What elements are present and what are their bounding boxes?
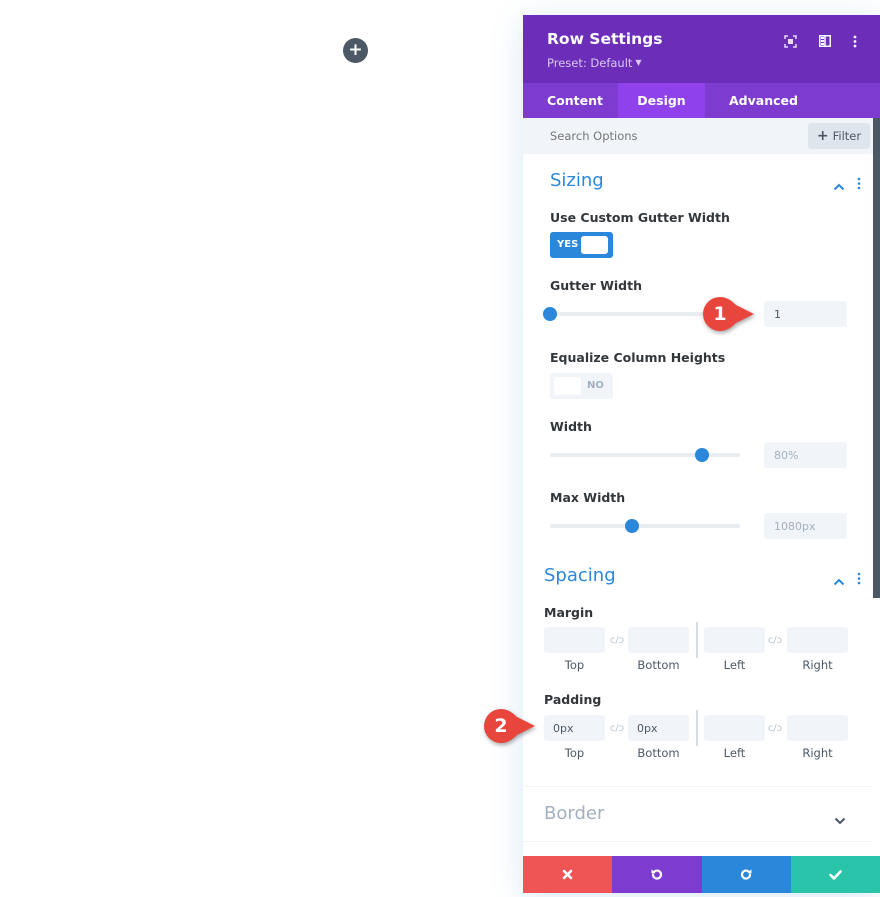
cancel-button[interactable] (523, 856, 613, 893)
close-icon (562, 869, 573, 880)
toggle-knob (554, 377, 581, 395)
filter-button[interactable]: + Filter (808, 123, 870, 149)
callout-number: 1 (713, 303, 727, 325)
padding-bottom-label: Bottom (637, 746, 680, 760)
preset-dropdown[interactable]: Preset: Default ▼ (547, 56, 642, 70)
tab-advanced[interactable]: Advanced (705, 83, 822, 118)
divider (696, 710, 698, 746)
add-row-button[interactable]: + (343, 38, 368, 63)
margin-right-label: Right (802, 658, 833, 672)
sizing-section-title[interactable]: Sizing (550, 170, 604, 191)
undo-icon (651, 869, 663, 880)
width-slider[interactable] (550, 448, 740, 462)
gutter-width-input[interactable] (764, 301, 847, 327)
tab-design[interactable]: Design (618, 83, 705, 118)
undo-button[interactable] (612, 856, 702, 893)
padding-right-label: Right (802, 746, 833, 760)
redo-button[interactable] (701, 856, 791, 893)
slider-thumb[interactable] (624, 519, 639, 533)
padding-top-input[interactable] (544, 715, 605, 741)
margin-left-input[interactable] (704, 627, 765, 653)
caret-down-icon: ▼ (635, 58, 642, 67)
slider-thumb[interactable] (695, 448, 709, 462)
chevron-up-icon[interactable] (833, 571, 847, 586)
redo-icon (740, 869, 752, 880)
filter-label: Filter (832, 129, 862, 143)
divider (696, 622, 698, 658)
panel-title: Row Settings (547, 30, 663, 48)
width-input[interactable] (764, 442, 847, 468)
padding-top-label: Top (564, 746, 585, 760)
link-icon[interactable]: c/ↄ (608, 722, 626, 734)
checkmark-icon (829, 869, 842, 880)
margin-label: Margin (544, 605, 594, 620)
border-section-title[interactable]: Border (544, 803, 604, 824)
padding-right-input[interactable] (787, 715, 848, 741)
max-width-label: Max Width (550, 490, 626, 505)
link-icon[interactable]: c/ↄ (608, 634, 626, 646)
margin-bottom-label: Bottom (637, 658, 680, 672)
width-label: Width (550, 419, 592, 434)
scrollbar[interactable] (873, 118, 880, 598)
margin-top-input[interactable] (544, 627, 605, 653)
callout-marker-2: 2 (481, 708, 535, 744)
margin-left-label: Left (723, 658, 746, 672)
panel-header: Row Settings Preset: Default ▼ (523, 15, 880, 83)
padding-left-label: Left (723, 746, 746, 760)
section-separator (523, 786, 873, 787)
padding-label: Padding (544, 692, 602, 707)
callout-number: 2 (494, 715, 508, 737)
equalize-heights-label: Equalize Column Heights (550, 350, 726, 365)
split-view-icon[interactable] (816, 32, 834, 50)
toggle-yes-text: YES (557, 239, 579, 250)
padding-left-input[interactable] (704, 715, 765, 741)
custom-gutter-label: Use Custom Gutter Width (550, 210, 730, 225)
search-bar: + Filter (523, 118, 873, 154)
plus-icon: + (348, 40, 363, 60)
panel-footer (523, 856, 880, 893)
toggle-knob (581, 236, 608, 254)
margin-right-input[interactable] (787, 627, 848, 653)
spacing-section-title[interactable]: Spacing (544, 565, 616, 586)
preset-label: Preset: Default (547, 56, 633, 70)
margin-bottom-input[interactable] (628, 627, 689, 653)
gutter-width-label: Gutter Width (550, 278, 642, 293)
max-width-slider[interactable] (550, 519, 740, 533)
tab-bar: Content Design Advanced (523, 83, 880, 118)
plus-icon: + (816, 128, 829, 144)
max-width-input[interactable] (764, 513, 847, 539)
section-separator (523, 841, 873, 842)
chevron-up-icon[interactable] (833, 176, 847, 191)
custom-gutter-toggle[interactable]: YES (550, 232, 613, 258)
margin-top-label: Top (564, 658, 585, 672)
section-options-icon[interactable] (857, 570, 863, 585)
tab-content[interactable]: Content (523, 83, 618, 118)
toggle-no-text: NO (587, 380, 604, 391)
link-icon[interactable]: c/ↄ (766, 722, 784, 734)
slider-thumb[interactable] (543, 307, 557, 321)
save-button[interactable] (790, 856, 880, 893)
callout-marker-1: 1 (700, 296, 754, 332)
link-icon[interactable]: c/ↄ (766, 634, 784, 646)
chevron-down-icon[interactable] (834, 810, 848, 825)
fullscreen-icon[interactable] (781, 32, 799, 50)
more-options-icon[interactable] (846, 32, 864, 50)
row-settings-panel: Row Settings Preset: Default ▼ Content De… (523, 15, 880, 893)
section-options-icon[interactable] (857, 175, 863, 190)
equalize-heights-toggle[interactable]: NO (550, 373, 613, 399)
search-options-input[interactable] (550, 129, 780, 143)
padding-bottom-input[interactable] (628, 715, 689, 741)
